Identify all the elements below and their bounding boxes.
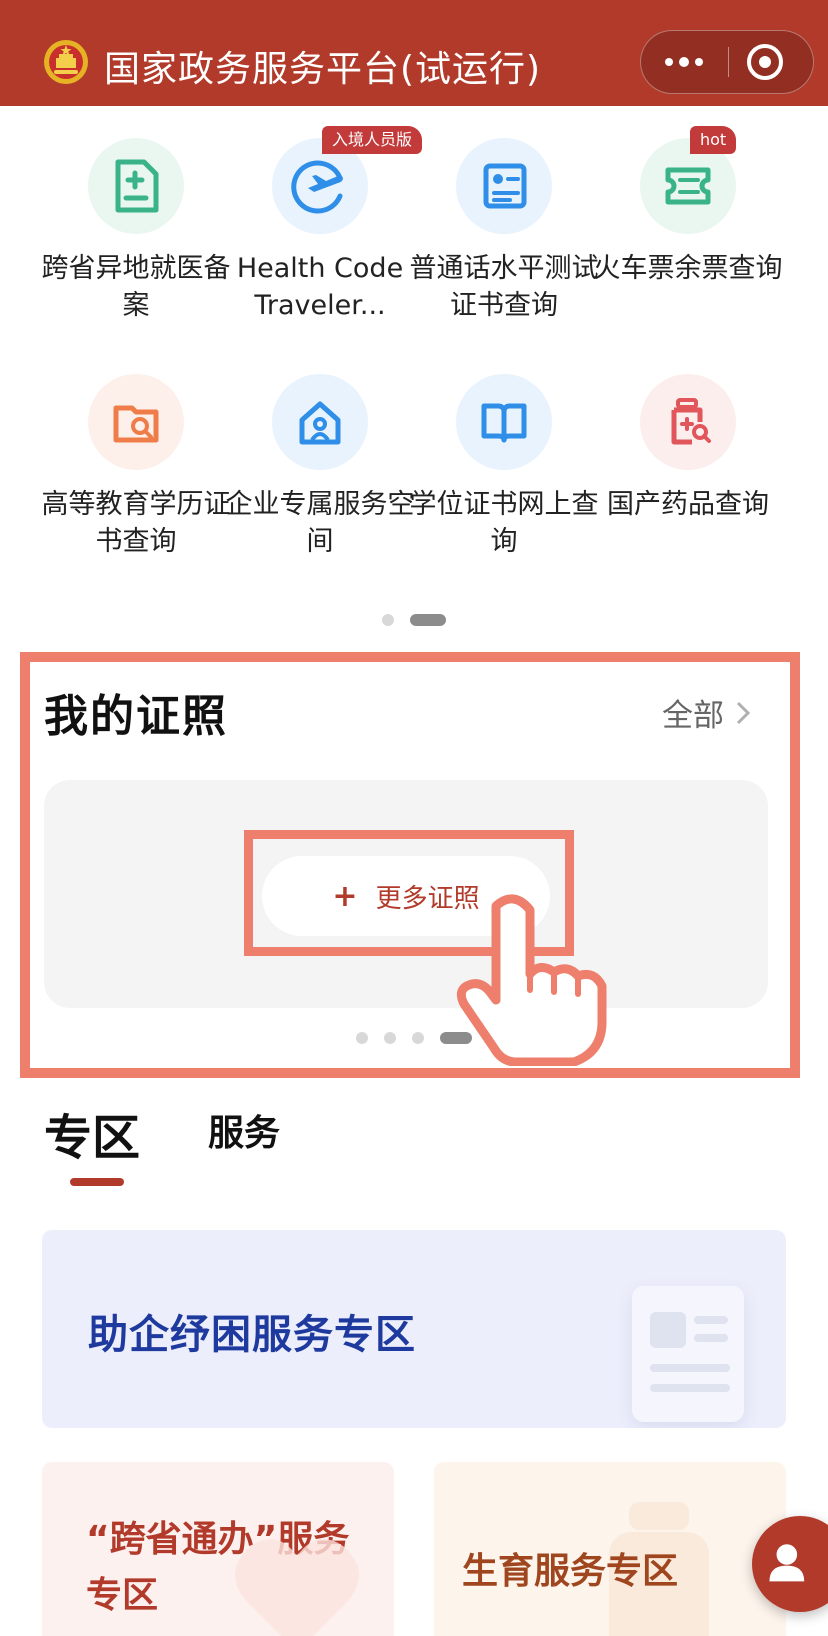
- pager-dot-active: [410, 614, 446, 626]
- national-emblem-icon: [44, 40, 88, 84]
- miniprogram-capsule: [640, 30, 814, 94]
- medical-record-icon: [115, 159, 159, 213]
- service-icon-circle: [640, 374, 736, 470]
- service-label: 国产药品查询: [607, 489, 769, 520]
- licenses-all-label: 全部: [662, 698, 724, 734]
- service-icon-circle: [456, 138, 552, 234]
- zone-title: 生育服务专区: [462, 1551, 679, 1592]
- user-icon: [769, 1544, 805, 1582]
- education-search-icon: [113, 405, 159, 443]
- pager-dot: [382, 614, 394, 626]
- service-grid-pager: [382, 614, 446, 626]
- document-illustration: [632, 1286, 744, 1422]
- tab-services[interactable]: 服务: [208, 1104, 280, 1156]
- pager-dot: [356, 1032, 368, 1044]
- tap-hand-icon: [456, 894, 607, 1066]
- zone-title: 助企纾困服务专区: [88, 1312, 416, 1358]
- service-label: 学位证书网上查询: [409, 489, 599, 557]
- entry-badge: 入境人员版: [322, 126, 423, 154]
- book-icon: [481, 403, 527, 443]
- hot-badge: hot: [690, 126, 737, 154]
- service-label: 企业专属服务空间: [225, 489, 415, 557]
- zone-card-maternity[interactable]: 生育服务专区: [434, 1462, 786, 1636]
- licenses-title: 我的证照: [44, 691, 228, 742]
- service-label: 高等教育学历证书查询: [41, 489, 231, 557]
- heart-illustration: [234, 1538, 360, 1636]
- home-user-icon: [299, 401, 341, 445]
- pager-dot: [412, 1032, 424, 1044]
- capsule-divider: [728, 47, 729, 77]
- service-icon-circle: [88, 374, 184, 470]
- pager-dot: [384, 1032, 396, 1044]
- service-icon-circle: [456, 374, 552, 470]
- more-dots-icon[interactable]: [641, 31, 727, 93]
- medicine-search-icon: [671, 398, 711, 445]
- active-tab-indicator: [70, 1178, 124, 1186]
- service-label: Health Code Traveler...: [236, 253, 404, 321]
- service-label: 普通话水平测试证书查询: [409, 253, 599, 321]
- zone-card-enterprise-relief[interactable]: 助企纾困服务专区: [42, 1230, 786, 1428]
- zone-card-cross-province[interactable]: “跨省通办”服务专区: [42, 1462, 394, 1636]
- service-label: 火车票余票查询: [593, 253, 783, 284]
- service-icon-circle: [272, 374, 368, 470]
- tab-zones[interactable]: 专区: [44, 1098, 140, 1168]
- service-label: 跨省异地就医备案: [41, 253, 231, 321]
- close-circle-icon[interactable]: [747, 44, 783, 80]
- service-icon-circle: [88, 138, 184, 234]
- licenses-all-link[interactable]: 全部: [662, 690, 752, 735]
- profile-fab[interactable]: [752, 1516, 828, 1612]
- certificate-icon: [483, 163, 527, 209]
- title-bar: 国家政务服务平台(试运行): [0, 0, 828, 106]
- chevron-right-icon: [736, 701, 751, 724]
- app-title: 国家政务服务平台(试运行): [104, 49, 542, 90]
